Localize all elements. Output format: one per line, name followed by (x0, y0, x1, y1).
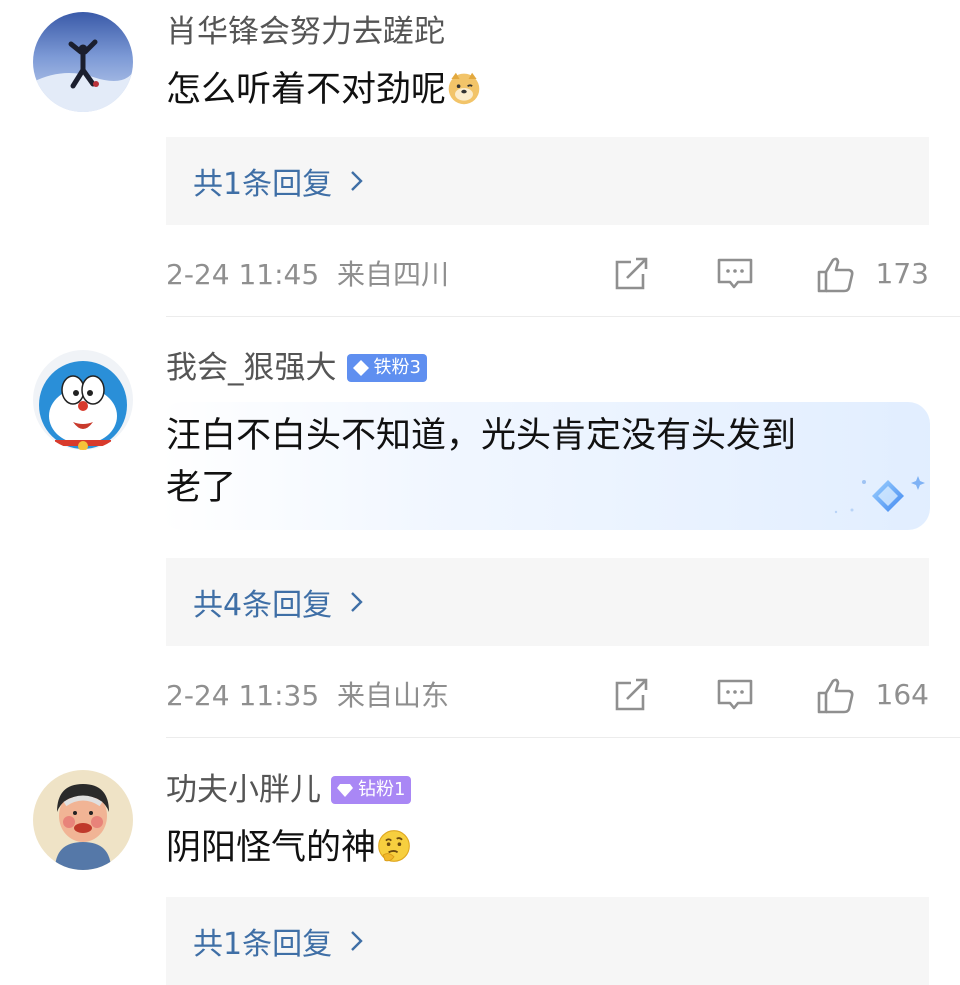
timestamp: 2-24 11:35 (166, 679, 320, 712)
fan-badge-label: 钻粉1 (358, 779, 406, 800)
replies-label: 共1条回复 (193, 927, 333, 962)
username-text[interactable]: 我会_狠强大 (166, 348, 337, 388)
fan-badge: 钻粉1 (331, 776, 412, 804)
view-replies-button[interactable]: 共4条回复 (166, 558, 929, 646)
doge-emoji-icon (448, 72, 480, 105)
comment-text: 阴阳怪气的神 (166, 822, 412, 874)
avatar[interactable] (33, 770, 133, 870)
chevron-right-icon (351, 931, 363, 951)
username[interactable]: 肖华锋会努力去蹉跎 (166, 12, 445, 52)
comment-icon[interactable] (716, 256, 754, 292)
diamond-icon (352, 360, 369, 376)
thinking-emoji-icon (378, 830, 410, 862)
location: 来自四川 (336, 258, 449, 291)
comment-meta: 2-24 11:45 来自四川 173 (166, 250, 929, 296)
comment-text-body: 阴阳怪气的神 (166, 828, 377, 868)
like-icon[interactable] (816, 677, 856, 715)
location: 来自山东 (336, 679, 449, 712)
divider (166, 737, 960, 738)
avatar[interactable] (33, 12, 133, 112)
comment-text-line: 老了 (166, 468, 237, 508)
username: 功夫小胖儿 钻粉1 (166, 770, 412, 810)
comment-text: 汪白不白头不知道，光头肯定没有头发到 老了 (166, 410, 796, 514)
replies-label: 共1条回复 (193, 167, 333, 202)
replies-label: 共4条回复 (193, 588, 333, 623)
chevron-right-icon (351, 171, 363, 191)
comment-text: 怎么听着不对劲呢 (166, 64, 482, 116)
username-text[interactable]: 功夫小胖儿 (166, 770, 321, 810)
comment-meta: 2-24 11:35 来自山东 164 (166, 671, 929, 717)
divider (166, 316, 960, 317)
view-replies-button[interactable]: 共1条回复 (166, 897, 929, 985)
fan-badge-label: 铁粉3 (373, 357, 421, 378)
sparkle-diamond-icon (834, 476, 925, 514)
avatar[interactable] (33, 350, 133, 450)
like-count: 164 (875, 677, 929, 711)
diamond-icon (337, 784, 353, 797)
share-icon[interactable] (613, 677, 651, 713)
fan-badge: 铁粉3 (346, 354, 427, 382)
username: 我会_狠强大 铁粉3 (166, 348, 427, 388)
like-icon[interactable] (816, 256, 856, 294)
share-icon[interactable] (613, 256, 651, 292)
view-replies-button[interactable]: 共1条回复 (166, 137, 929, 225)
chevron-right-icon (351, 592, 363, 612)
comment-text-body: 怎么听着不对劲呢 (166, 70, 447, 110)
comment-icon[interactable] (716, 677, 754, 713)
like-count: 173 (875, 256, 929, 290)
comment-text-line: 汪白不白头不知道，光头肯定没有头发到 (166, 416, 797, 456)
timestamp: 2-24 11:45 (166, 258, 320, 291)
